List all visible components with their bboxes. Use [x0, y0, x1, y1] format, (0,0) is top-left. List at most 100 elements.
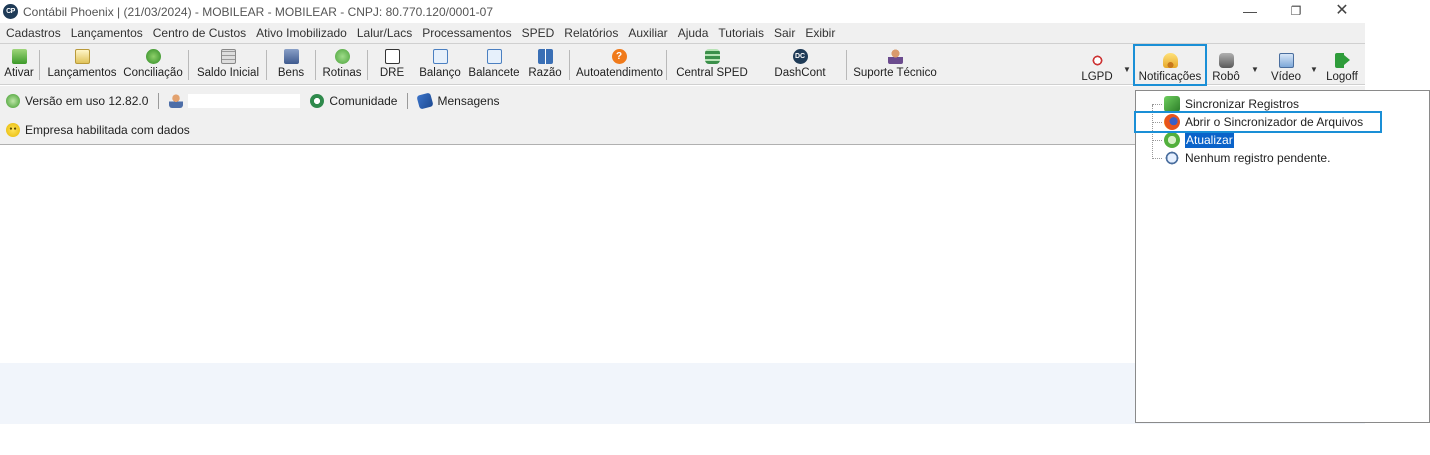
version-info: Versão em uso 12.82.0	[6, 93, 149, 108]
menu-auxiliar[interactable]: Auxiliar	[623, 23, 672, 43]
tree-hook	[1152, 139, 1162, 141]
menu-sped[interactable]: SPED	[517, 23, 560, 43]
refresh-icon	[1164, 132, 1180, 148]
menu-sair[interactable]: Sair	[769, 23, 800, 43]
toolbar-separator	[569, 50, 570, 80]
logoff-button[interactable]: Logoff	[1324, 51, 1360, 88]
messages-icon	[416, 91, 435, 110]
magnifier-icon	[1164, 150, 1180, 166]
building-icon	[283, 49, 299, 64]
toolbar-separator	[666, 50, 667, 80]
tree-hook	[1152, 103, 1162, 105]
robo-button[interactable]: Robô	[1211, 51, 1241, 88]
no-pending-item[interactable]: Nenhum registro pendente.	[1152, 149, 1330, 167]
menu-lancamentos[interactable]: Lançamentos	[66, 23, 148, 43]
toolbar-separator	[266, 50, 267, 80]
toolbar-separator	[846, 50, 847, 80]
menu-ativo-imobilizado[interactable]: Ativo Imobilizado	[251, 23, 352, 43]
rotinas-label: Rotinas	[322, 67, 362, 79]
robot-icon	[1218, 53, 1234, 68]
app-logo: CP	[3, 4, 18, 19]
close-button[interactable]: ✕	[1319, 0, 1365, 23]
messages-label: Mensagens	[437, 93, 500, 108]
dre-button[interactable]: DRE	[376, 47, 408, 84]
menu-exibir[interactable]: Exibir	[800, 23, 840, 43]
balancete-button[interactable]: Balancete	[467, 47, 521, 84]
razao-button[interactable]: Razão	[525, 47, 565, 84]
logoff-label: Logoff	[1326, 71, 1358, 83]
ativar-button[interactable]: Ativar	[3, 47, 35, 84]
robo-dropdown-arrow[interactable]: ▼	[1251, 65, 1259, 74]
lgpd-dropdown-arrow[interactable]: ▼	[1123, 65, 1131, 74]
notifications-panel: Sincronizar Registros Abrir o Sincroniza…	[1135, 90, 1430, 423]
menu-ajuda[interactable]: Ajuda	[673, 23, 714, 43]
menu-cadastros[interactable]: Cadastros	[1, 23, 66, 43]
dashcont-icon: DC	[792, 49, 808, 64]
menu-lalur-lacs[interactable]: Lalur/Lacs	[352, 23, 417, 43]
central-sped-button[interactable]: Central SPED	[676, 47, 748, 84]
video-dropdown-arrow[interactable]: ▼	[1310, 65, 1318, 74]
balanco-label: Balanço	[419, 67, 461, 79]
sync-records-label: Sincronizar Registros	[1185, 97, 1300, 111]
sync-icon	[1164, 96, 1180, 112]
dashcont-button[interactable]: DC DashCont	[771, 47, 829, 84]
ativar-label: Ativar	[4, 67, 34, 79]
menu-relatorios[interactable]: Relatórios	[559, 23, 623, 43]
menu-tutoriais[interactable]: Tutoriais	[713, 23, 769, 43]
messages-link[interactable]: Mensagens	[416, 91, 500, 110]
toolbar-separator	[39, 50, 40, 80]
conciliacao-button[interactable]: Conciliação	[122, 47, 184, 84]
toolbar-separator	[188, 50, 189, 80]
tree-hook	[1152, 157, 1162, 159]
menu-processamentos[interactable]: Processamentos	[417, 23, 516, 43]
database-icon	[704, 49, 720, 64]
conciliacao-label: Conciliação	[123, 67, 183, 79]
refresh-item[interactable]: Atualizar	[1152, 131, 1234, 149]
dashcont-label: DashCont	[774, 67, 826, 79]
help-icon: ?	[611, 49, 627, 64]
lgpd-button[interactable]: LGPD	[1080, 51, 1114, 88]
user-icon	[169, 93, 184, 108]
suporte-tecnico-label: Suporte Técnico	[853, 67, 937, 79]
recycle-icon	[334, 49, 350, 64]
info-separator	[407, 92, 409, 109]
open-file-sync-highlight	[1134, 111, 1382, 133]
bens-button[interactable]: Bens	[275, 47, 307, 84]
privacy-eye-icon	[1089, 53, 1105, 68]
lancamentos-button[interactable]: Lançamentos	[46, 47, 118, 84]
lancamentos-label: Lançamentos	[47, 67, 117, 79]
autoatendimento-button[interactable]: ? Autoatendimento	[576, 47, 663, 84]
dre-label: DRE	[379, 67, 405, 79]
menu-centro-de-custos[interactable]: Centro de Custos	[148, 23, 251, 43]
company-status-label: Empresa habilitada com dados	[25, 122, 190, 137]
documents-icon	[432, 49, 448, 64]
info-separator	[158, 92, 160, 109]
maximize-button[interactable]: ❐	[1273, 0, 1319, 23]
version-label: Versão em uso 12.82.0	[25, 93, 149, 108]
support-person-icon	[887, 49, 903, 64]
video-button[interactable]: Vídeo	[1268, 51, 1304, 88]
menu-bar: Cadastros Lançamentos Centro de Custos A…	[0, 23, 1365, 43]
robo-label: Robô	[1212, 71, 1240, 83]
community-link[interactable]: Comunidade	[310, 93, 397, 108]
balancete-label: Balancete	[468, 67, 520, 79]
smiley-icon	[6, 122, 20, 137]
video-monitor-icon	[1278, 53, 1294, 68]
rotinas-button[interactable]: Rotinas	[320, 47, 364, 84]
balanco-button[interactable]: Balanço	[417, 47, 463, 84]
user-info	[169, 93, 310, 108]
saldo-inicial-label: Saldo Inicial	[196, 67, 259, 79]
video-label: Vídeo	[1270, 71, 1302, 83]
spreadsheet-icon	[220, 49, 236, 64]
no-pending-label: Nenhum registro pendente.	[1185, 151, 1331, 165]
suporte-tecnico-button[interactable]: Suporte Técnico	[852, 47, 938, 84]
title-bar: CP Contábil Phoenix | (21/03/2024) - MOB…	[0, 0, 1365, 23]
bens-label: Bens	[277, 67, 305, 79]
minimize-button[interactable]: —	[1227, 0, 1273, 23]
central-sped-label: Central SPED	[676, 67, 748, 79]
saldo-inicial-button[interactable]: Saldo Inicial	[195, 47, 261, 84]
toolbar-separator	[367, 50, 368, 80]
document-icon	[384, 49, 400, 64]
user-name-field	[188, 93, 301, 108]
lgpd-label: LGPD	[1081, 71, 1113, 83]
